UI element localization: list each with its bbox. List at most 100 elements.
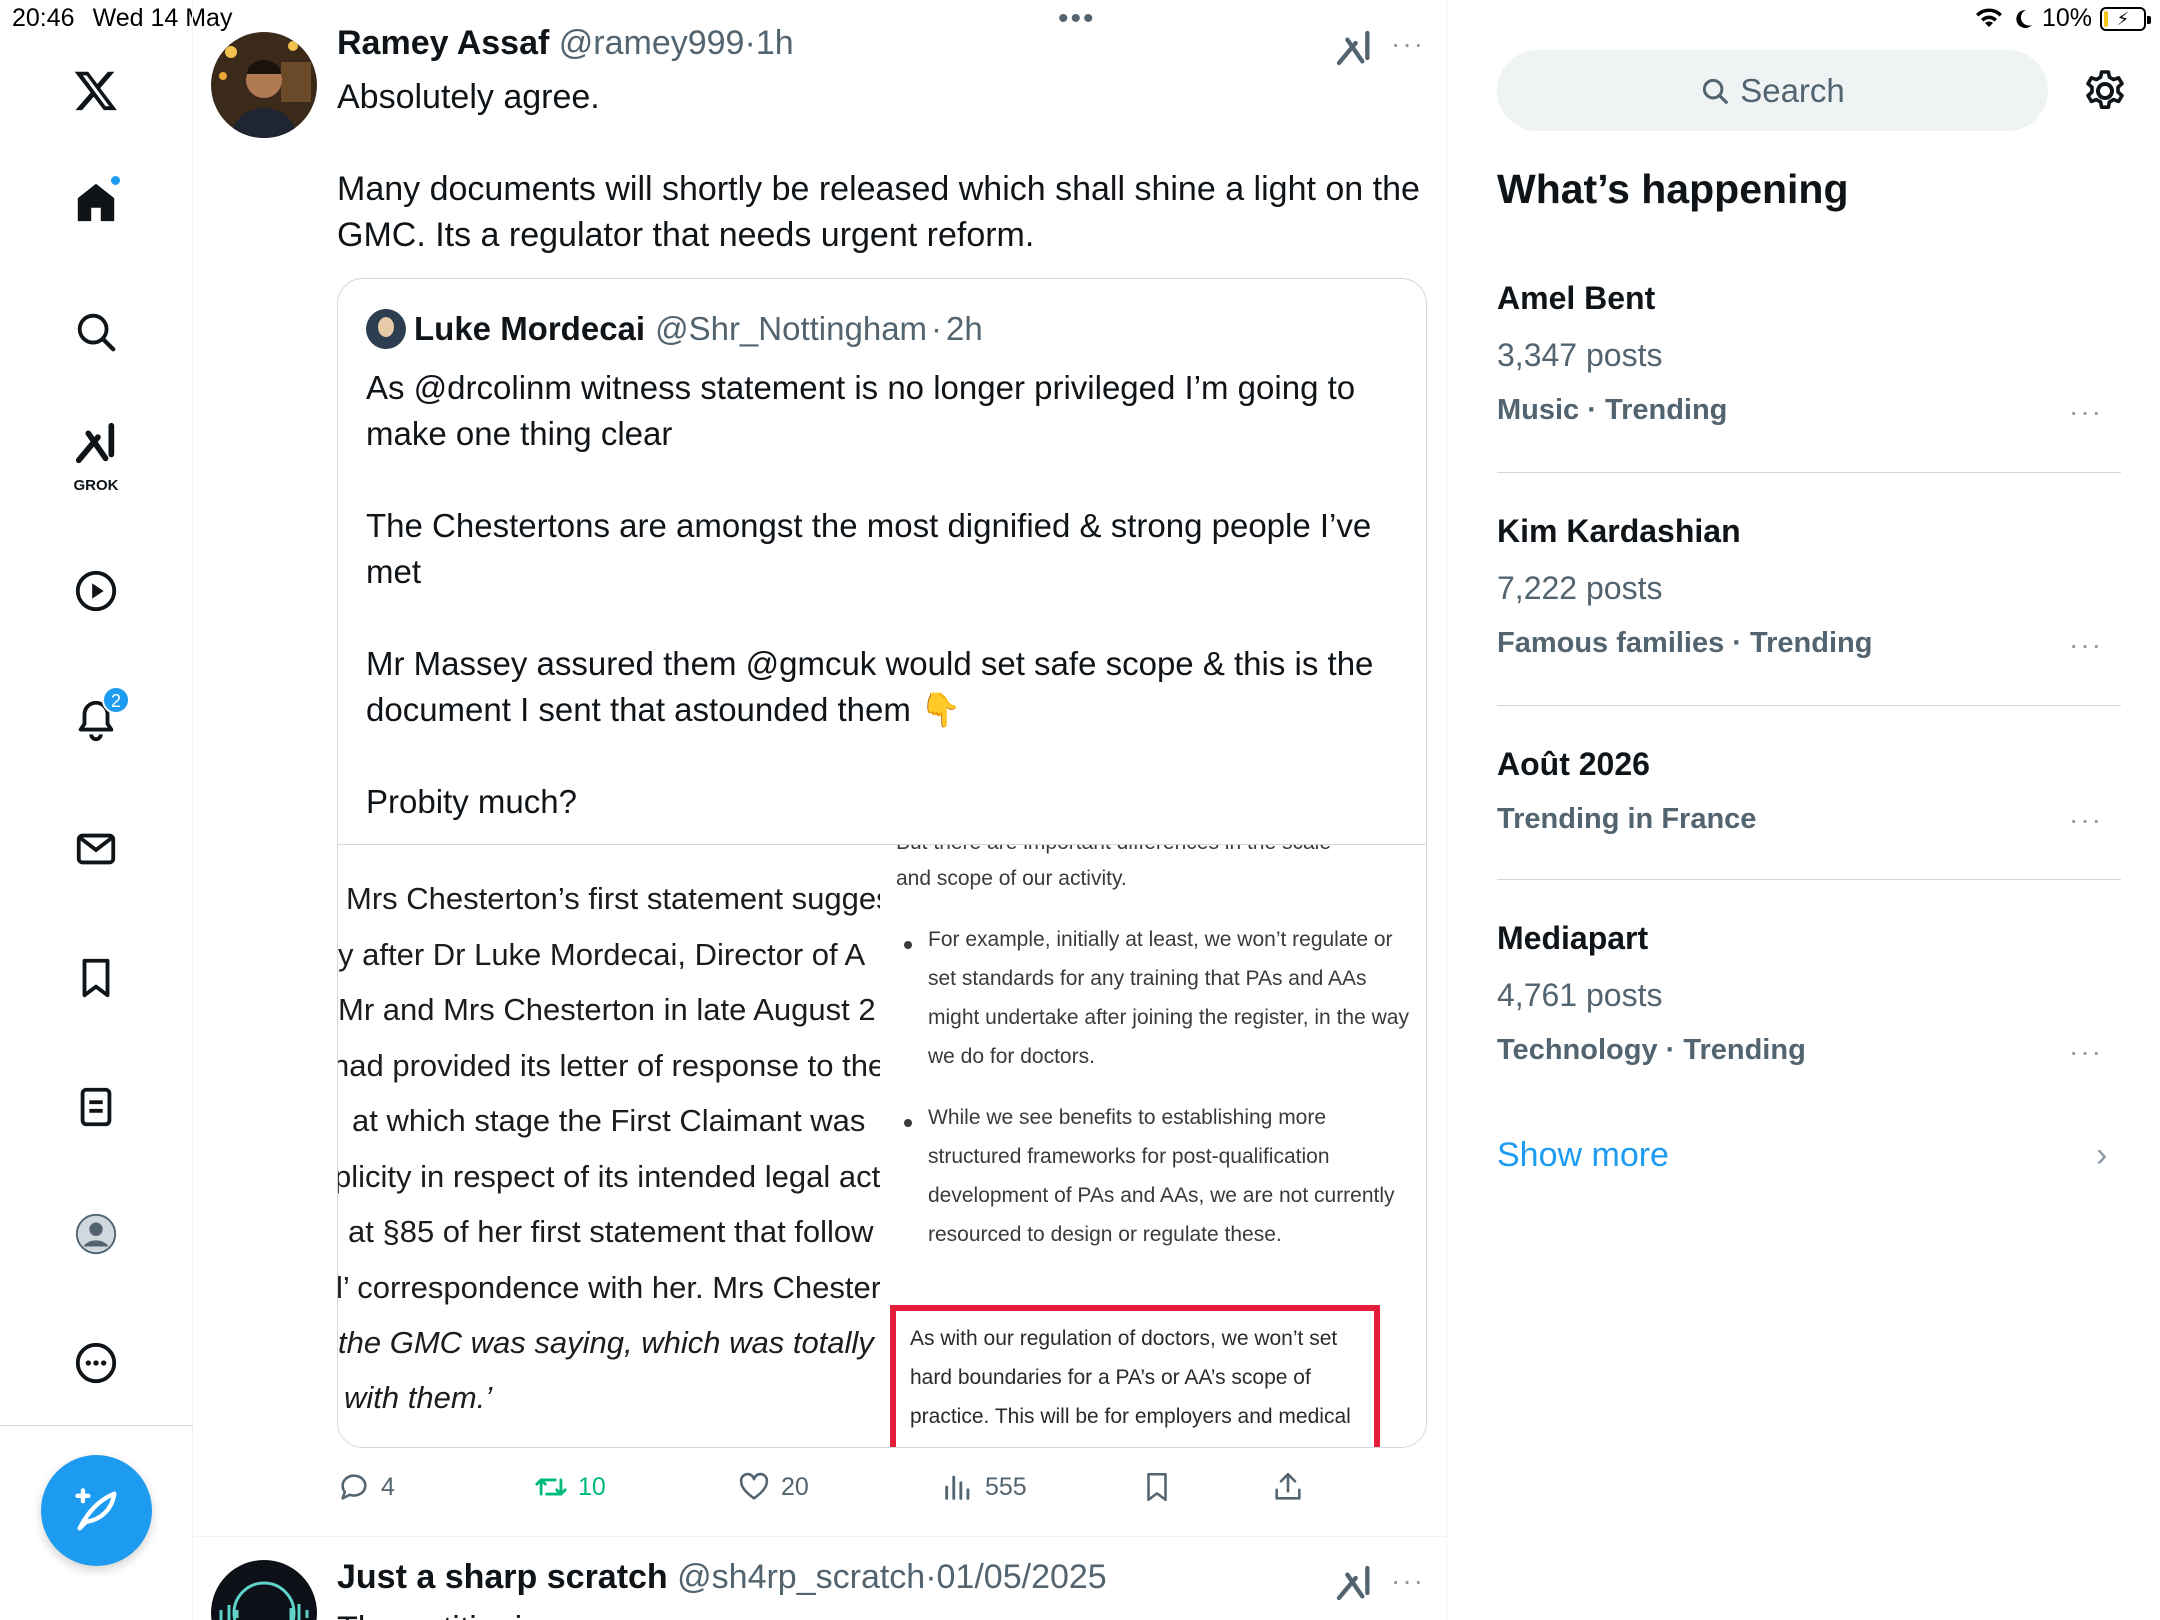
grok-label: GROK	[73, 477, 119, 494]
doc-bullet-text: While we see benefits to establishing mo…	[928, 1106, 1395, 1246]
trend-divider	[1497, 879, 2121, 880]
trend-item[interactable]: Kim Kardashian 7,222 posts Famous famili…	[1497, 513, 2121, 660]
chevron-right-icon: ›	[2096, 1136, 2108, 1174]
quote-paragraph: Probity much?	[366, 783, 577, 820]
notifications-icon[interactable]: 2	[60, 684, 132, 756]
trend-name: Août 2026	[1497, 746, 1650, 782]
tweet-author-avatar[interactable]	[211, 32, 317, 138]
next-tweet-date[interactable]: 01/05/2025	[937, 1558, 1107, 1596]
like-count: 20	[781, 1472, 809, 1501]
trend-more-icon[interactable]: ···	[2069, 629, 2103, 661]
next-tweet-author-handle[interactable]: @sh4rp_scratch	[677, 1558, 925, 1596]
share-icon	[1275, 1472, 1301, 1500]
left-nav: GROK 2	[0, 0, 193, 1620]
trend-name: Amel Bent	[1497, 280, 1656, 316]
quote-text: As @drcolinm witness statement is no lon…	[366, 365, 1406, 825]
bookmark-button[interactable]	[1140, 1470, 1174, 1504]
trend-more-icon[interactable]: ···	[2069, 396, 2103, 428]
trend-name: Mediapart	[1497, 920, 1649, 956]
search-input[interactable]: Search	[1497, 50, 2048, 131]
messages-icon[interactable]	[60, 813, 132, 885]
doc-line: y after Dr Luke Mordecai, Director of A	[338, 937, 866, 972]
repost-count: 10	[578, 1472, 606, 1501]
views-button[interactable]: 555	[941, 1470, 1027, 1504]
quote-time: 2h	[946, 310, 983, 347]
doc-line: at which stage the First Claimant was	[352, 1103, 866, 1138]
tweet-more-icon[interactable]: ···	[1391, 28, 1425, 60]
quote-header: Luke Mordecai @Shr_Nottingham · 2h	[366, 309, 983, 349]
grok-explain-icon[interactable]	[1334, 28, 1374, 68]
x-logo-icon[interactable]	[60, 54, 132, 126]
quote-paragraph: As @drcolinm witness statement is no lon…	[366, 369, 1356, 452]
doc-line: l’ correspondence with her. Mrs Chestert	[338, 1270, 880, 1305]
compose-post-button[interactable]	[41, 1455, 152, 1566]
notifications-badge: 2	[102, 686, 130, 714]
bullet-icon	[904, 1119, 912, 1127]
video-icon[interactable]	[60, 555, 132, 627]
highlighted-text: As with our regulation of doctors, we wo…	[910, 1327, 1351, 1428]
next-tweet-text: The petitioning…	[337, 1606, 1427, 1620]
compose-feather-icon	[74, 1487, 116, 1530]
show-more-link[interactable]: Show more	[1497, 1136, 1669, 1175]
repost-icon	[535, 1478, 567, 1496]
more-icon[interactable]	[60, 1327, 132, 1399]
next-tweet-author-name[interactable]: Just a sharp scratch	[337, 1558, 668, 1596]
reply-icon	[341, 1474, 367, 1500]
trend-divider	[1497, 705, 2121, 706]
grok-icon	[75, 422, 115, 464]
quote-media-image[interactable]: Mrs Chesterton’s first statement sugges …	[338, 844, 1426, 1447]
share-button[interactable]	[1271, 1470, 1305, 1504]
next-tweet-header: Just a sharp scratch @sh4rp_scratch·01/0…	[337, 1558, 1107, 1597]
settings-gear-icon[interactable]	[2081, 67, 2129, 115]
battery-percent: 10%	[2041, 4, 2092, 32]
search-icon[interactable]	[60, 296, 132, 368]
wifi-icon	[1975, 7, 2002, 27]
nav-divider	[0, 1425, 193, 1426]
trend-more-icon[interactable]: ···	[2069, 804, 2103, 836]
bullet-icon	[904, 941, 912, 949]
quote-paragraph: Mr Massey assured them @gmcuk would set …	[366, 645, 1374, 728]
separator-dot: ·	[931, 310, 943, 347]
tweet-header: Ramey Assaf @ramey999·1h	[337, 24, 794, 63]
quote-author-name[interactable]: Luke Mordecai	[414, 310, 645, 348]
quoted-tweet[interactable]: Luke Mordecai @Shr_Nottingham · 2h As @drc…	[337, 278, 1427, 1448]
tweet-author-handle[interactable]: @ramey999	[559, 24, 745, 62]
tweet-author-name[interactable]: Ramey Assaf	[337, 24, 549, 62]
battery-icon: ⚡	[2100, 6, 2151, 31]
repost-button[interactable]: 10	[534, 1470, 606, 1504]
timeline: Ramey Assaf @ramey999·1h ··· Absolutely …	[194, 0, 1447, 1620]
grok-nav-item[interactable]: GROK	[60, 420, 132, 500]
document-left-excerpt: Mrs Chesterton’s first statement sugges …	[338, 845, 880, 1447]
tweet-divider	[194, 1536, 1447, 1537]
trend-posts: 4,761 posts	[1497, 977, 1663, 1013]
tweet-paragraph: Absolutely agree.	[337, 78, 600, 116]
reply-button[interactable]: 4	[337, 1470, 395, 1504]
quote-author-handle[interactable]: @Shr_Nottingham	[655, 310, 927, 348]
trend-posts: 3,347 posts	[1497, 337, 1663, 373]
doc-line: the GMC was saying, which was totally d	[338, 1325, 880, 1360]
tweet-time[interactable]: 1h	[756, 24, 794, 62]
trend-item[interactable]: Mediapart 4,761 posts Technology · Trend…	[1497, 920, 2121, 1067]
tweet-paragraph: Many documents will shortly be released …	[337, 170, 1420, 254]
views-icon	[945, 1475, 970, 1500]
doc-line: Mr and Mrs Chesterton in late August 2	[338, 992, 876, 1027]
like-button[interactable]: 20	[737, 1470, 809, 1504]
search-placeholder: Search	[1740, 71, 1845, 109]
profile-icon[interactable]	[60, 1198, 132, 1270]
bookmarks-icon[interactable]	[60, 942, 132, 1014]
trend-name: Kim Kardashian	[1497, 513, 1741, 549]
tweet-more-icon[interactable]: ···	[1391, 1565, 1425, 1597]
grok-explain-icon[interactable]	[1334, 1563, 1374, 1603]
quote-author-avatar[interactable]	[366, 309, 406, 349]
separator-dot: ·	[925, 1558, 937, 1596]
bookmark-icon	[1147, 1472, 1167, 1502]
trend-more-icon[interactable]: ···	[2069, 1036, 2103, 1068]
doc-line: had provided its letter of response to t…	[338, 1048, 880, 1083]
trend-item[interactable]: Août 2026 Trending in France ···	[1497, 746, 2121, 836]
lists-icon[interactable]	[60, 1071, 132, 1143]
home-icon[interactable]	[60, 166, 132, 238]
trend-item[interactable]: Amel Bent 3,347 posts Music · Trending ·…	[1497, 280, 2121, 427]
tweet-actions: 4 10 20 555	[337, 1470, 1427, 1510]
next-tweet-avatar[interactable]	[211, 1560, 317, 1620]
trend-meta: Technology · Trending	[1497, 1034, 1806, 1066]
